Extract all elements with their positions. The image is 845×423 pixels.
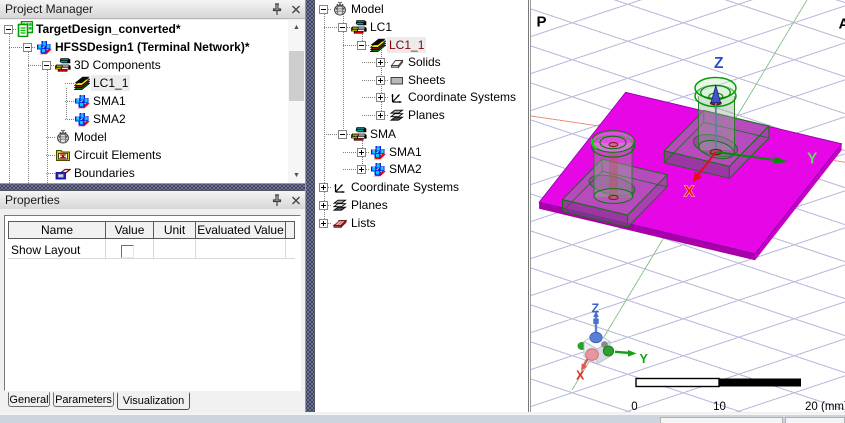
svg-text:10: 10: [713, 401, 726, 412]
svg-text:Z: Z: [592, 302, 600, 316]
svg-text:P: P: [537, 14, 547, 31]
svg-text:X: X: [576, 369, 585, 383]
svg-text:Y: Y: [807, 151, 818, 168]
svg-text:X: X: [684, 184, 695, 201]
svg-text:Z: Z: [714, 55, 724, 72]
svg-text:Y: Y: [640, 352, 649, 366]
svg-text:A: A: [839, 16, 845, 33]
svg-text:0: 0: [631, 401, 637, 412]
svg-text:20 (mm): 20 (mm): [805, 401, 845, 412]
